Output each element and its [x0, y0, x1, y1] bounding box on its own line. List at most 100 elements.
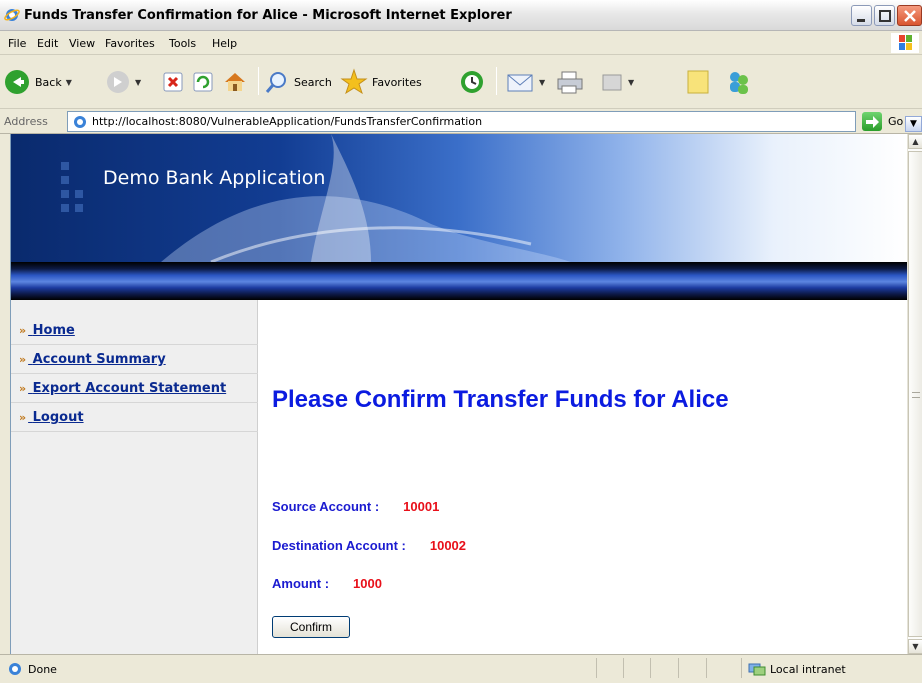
nav-link-export-account-statement[interactable]: » Export Account Statement: [19, 381, 226, 396]
address-input[interactable]: http://localhost:8080/VulnerableApplicat…: [67, 111, 922, 132]
nav-link-label: Account Summary: [32, 352, 166, 367]
forward-button[interactable]: ▼: [105, 67, 141, 97]
status-divider: [706, 658, 707, 678]
stop-icon: [163, 72, 183, 92]
menu-file[interactable]: File: [8, 37, 26, 50]
history-button[interactable]: [459, 67, 485, 97]
status-divider: [623, 658, 624, 678]
edit-button[interactable]: ▼: [600, 67, 634, 97]
close-button[interactable]: [897, 5, 922, 26]
mail-button[interactable]: ▼: [505, 67, 545, 97]
scroll-down-icon[interactable]: ▼: [908, 639, 922, 654]
chevron-icon: »: [19, 324, 27, 337]
nav-link-label: Export Account Statement: [32, 381, 227, 396]
destination-account-value: 10002: [429, 538, 467, 553]
title-bar: Funds Transfer Confirmation for Alice - …: [0, 0, 922, 31]
toolbar-separator: [258, 67, 259, 95]
go-arrow-icon: [866, 116, 879, 128]
note-icon: [687, 70, 709, 94]
edit-dropdown-icon[interactable]: ▼: [628, 78, 634, 87]
history-icon: [461, 71, 483, 93]
amount-label: Amount :: [272, 576, 330, 591]
nav-link-logout[interactable]: » Logout: [19, 410, 84, 425]
scroll-thumb[interactable]: [908, 151, 922, 637]
home-button[interactable]: [222, 67, 248, 97]
print-button[interactable]: [556, 67, 584, 97]
search-icon: [265, 72, 286, 93]
favorites-label: Favorites: [372, 75, 422, 89]
minimize-icon: [857, 19, 865, 22]
destination-account-label: Destination Account :: [272, 538, 406, 553]
window-title: Funds Transfer Confirmation for Alice - …: [24, 8, 512, 23]
status-divider: [596, 658, 597, 678]
toolbar-separator: [496, 67, 497, 95]
mail-dropdown-icon[interactable]: ▼: [539, 78, 545, 87]
maximize-icon: [879, 10, 891, 22]
local-intranet-icon: [748, 663, 766, 676]
back-dropdown-icon[interactable]: ▼: [66, 78, 72, 87]
address-dropdown-icon[interactable]: ▼: [905, 116, 922, 132]
scroll-up-icon[interactable]: ▲: [908, 134, 922, 149]
home-icon: [225, 73, 245, 91]
nav-item-home: » Home: [11, 316, 258, 345]
forward-dropdown-icon[interactable]: ▼: [135, 78, 141, 87]
source-account-label: Source Account :: [272, 499, 380, 514]
print-icon: [557, 71, 583, 94]
close-icon: [904, 10, 916, 22]
chevron-icon: »: [19, 382, 27, 395]
messenger-button[interactable]: [725, 67, 753, 97]
scroll-grip: [912, 392, 920, 398]
refresh-icon: [193, 72, 213, 92]
address-url: http://localhost:8080/VulnerableApplicat…: [92, 115, 483, 128]
menu-tools[interactable]: Tools: [169, 37, 196, 50]
nav-item-logout: » Logout: [11, 403, 258, 432]
confirm-button[interactable]: Confirm: [272, 616, 350, 638]
go-label[interactable]: Go: [888, 115, 903, 128]
status-divider: [678, 658, 679, 678]
go-button[interactable]: [862, 112, 882, 131]
bank-banner: Demo Bank Application: [11, 134, 907, 262]
windows-flag-icon: [891, 33, 919, 53]
back-button[interactable]: Back ▼: [3, 67, 72, 97]
menu-bar: File Edit View Favorites Tools Help: [0, 31, 922, 55]
amount-row: Amount : 1000: [272, 576, 382, 591]
left-navigation: » Home » Account Summary » Export Accoun…: [11, 300, 258, 654]
messenger-icon: [730, 72, 748, 94]
amount-value: 1000: [353, 576, 382, 591]
mail-icon: [507, 74, 533, 92]
discuss-button[interactable]: [684, 67, 712, 97]
nav-link-home[interactable]: » Home: [19, 323, 75, 338]
menu-help[interactable]: Help: [212, 37, 237, 50]
stop-button[interactable]: [162, 67, 184, 97]
favorites-button[interactable]: Favorites: [340, 67, 422, 97]
address-bar: Address http://localhost:8080/Vulnerable…: [0, 109, 922, 134]
status-divider: [650, 658, 651, 678]
nav-link-account-summary[interactable]: » Account Summary: [19, 352, 166, 367]
menu-view[interactable]: View: [69, 37, 95, 50]
chevron-icon: »: [19, 411, 27, 424]
chevron-icon: »: [19, 353, 27, 366]
minimize-button[interactable]: [851, 5, 872, 26]
ie-logo-icon: [4, 9, 20, 21]
banner-decoration: [61, 134, 571, 262]
nav-item-export-account-statement: » Export Account Statement: [11, 374, 258, 403]
maximize-button[interactable]: [874, 5, 895, 26]
refresh-button[interactable]: [192, 67, 214, 97]
menu-edit[interactable]: Edit: [37, 37, 58, 50]
nav-item-account-summary: » Account Summary: [11, 345, 258, 374]
status-text: Done: [28, 663, 57, 676]
zone-text: Local intranet: [770, 663, 846, 676]
page-heading: Please Confirm Transfer Funds for Alice: [272, 386, 729, 413]
forward-arrow-icon: [107, 71, 129, 93]
status-divider: [741, 658, 742, 678]
status-bar: Done Local intranet: [0, 654, 922, 683]
search-button[interactable]: Search: [264, 67, 332, 97]
banner-stripe: [11, 262, 907, 300]
search-label: Search: [294, 75, 332, 89]
star-icon: [340, 68, 368, 95]
menu-favorites[interactable]: Favorites: [105, 37, 155, 50]
vertical-scrollbar[interactable]: ▲ ▼: [907, 134, 922, 654]
destination-account-row: Destination Account : 10002: [272, 538, 466, 553]
page-viewport: Demo Bank Application » Home » Account S…: [10, 134, 907, 654]
address-label: Address: [4, 115, 48, 128]
